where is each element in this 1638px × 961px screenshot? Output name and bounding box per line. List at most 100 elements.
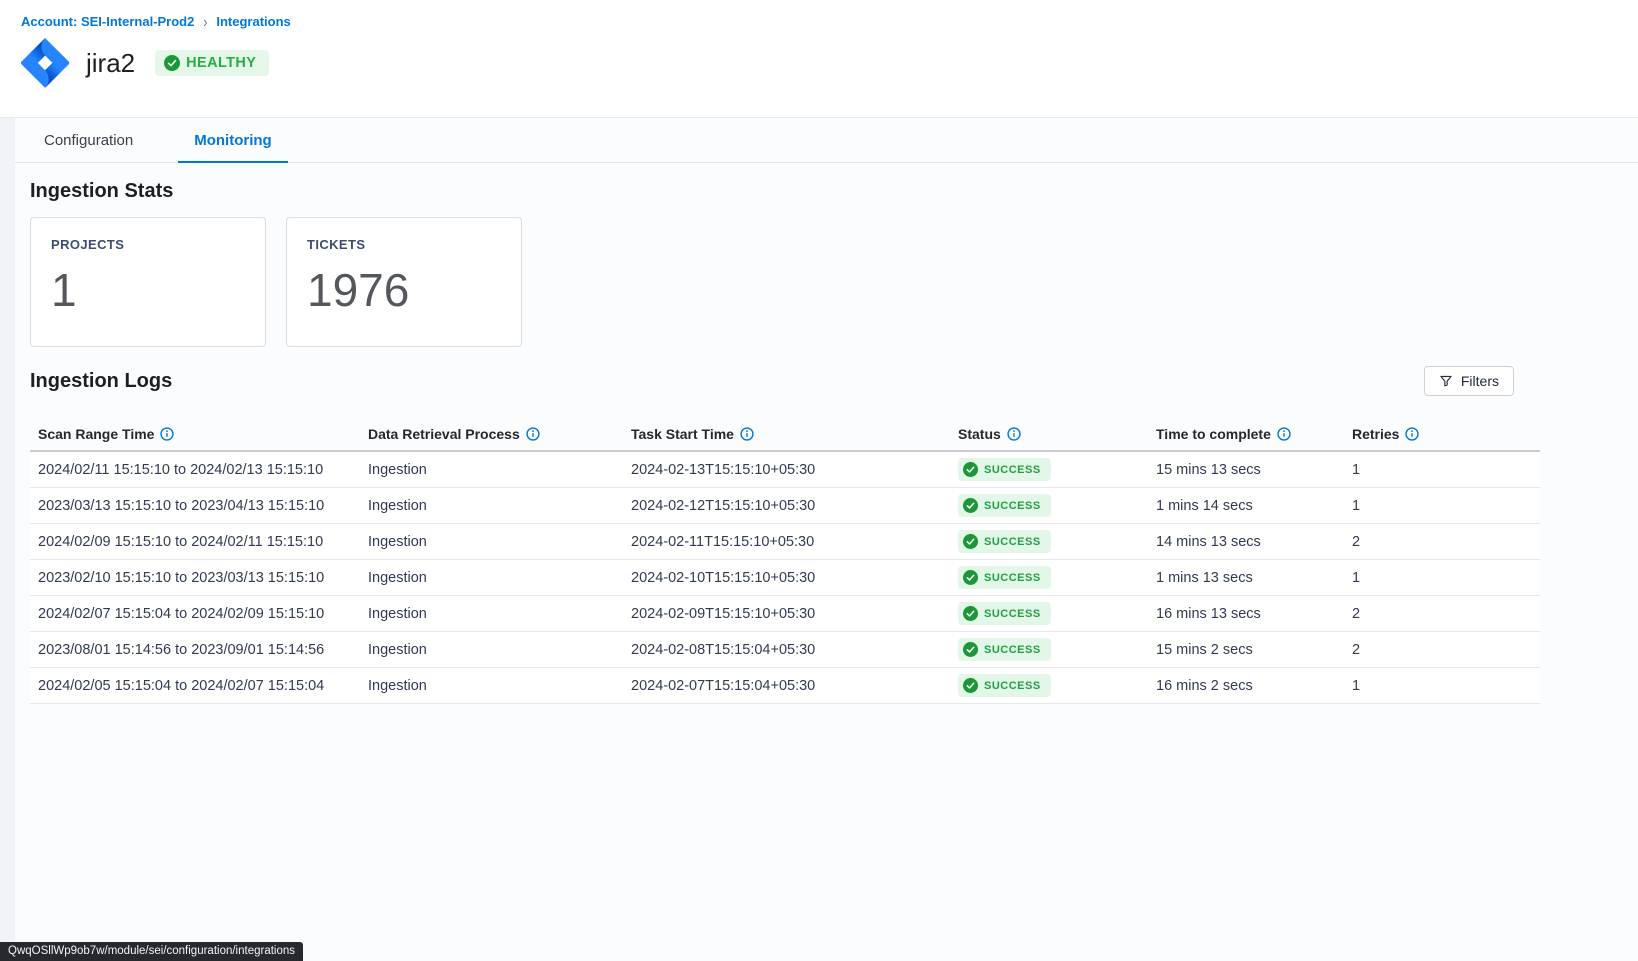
- status-success-badge: SUCCESS: [958, 674, 1051, 697]
- cell-time-to-complete: 15 mins 13 secs: [1148, 462, 1344, 478]
- cell-time-to-complete: 16 mins 2 secs: [1148, 678, 1344, 694]
- breadcrumb-account-link[interactable]: Account: SEI-Internal-Prod2: [21, 14, 194, 29]
- info-icon[interactable]: [1277, 427, 1291, 441]
- status-success-badge: SUCCESS: [958, 638, 1051, 661]
- stats-cards: PROJECTS 1 TICKETS 1976: [30, 217, 1540, 347]
- cell-data-retrieval-process: Ingestion: [360, 606, 623, 622]
- health-status-label: HEALTHY: [186, 55, 256, 71]
- cell-data-retrieval-process: Ingestion: [360, 534, 623, 550]
- col-scan-range-time: Scan Range Time: [30, 426, 360, 442]
- cell-task-start-time: 2024-02-11T15:15:10+05:30: [623, 534, 950, 550]
- check-circle-icon: [963, 642, 978, 657]
- cell-task-start-time: 2024-02-09T15:15:10+05:30: [623, 606, 950, 622]
- status-label: SUCCESS: [984, 644, 1041, 656]
- cell-data-retrieval-process: Ingestion: [360, 498, 623, 514]
- status-success-badge: SUCCESS: [958, 602, 1051, 625]
- cell-scan-range-time: 2024/02/09 15:15:10 to 2024/02/11 15:15:…: [30, 534, 360, 550]
- cell-time-to-complete: 15 mins 2 secs: [1148, 642, 1344, 658]
- status-label: SUCCESS: [984, 464, 1041, 476]
- left-gutter: [0, 118, 15, 961]
- ingestion-logs-heading: Ingestion Logs: [30, 370, 172, 393]
- cell-data-retrieval-process: Ingestion: [360, 570, 623, 586]
- ingestion-log-row[interactable]: 2024/02/07 15:15:04 to 2024/02/09 15:15:…: [30, 596, 1540, 632]
- status-label: SUCCESS: [984, 572, 1041, 584]
- check-circle-icon: [963, 678, 978, 693]
- ingestion-log-row[interactable]: 2023/03/13 15:15:10 to 2023/04/13 15:15:…: [30, 488, 1540, 524]
- cell-retries: 2: [1344, 642, 1540, 658]
- cell-time-to-complete: 14 mins 13 secs: [1148, 534, 1344, 550]
- info-icon[interactable]: [1405, 427, 1419, 441]
- info-icon[interactable]: [526, 427, 540, 441]
- cell-time-to-complete: 1 mins 14 secs: [1148, 498, 1344, 514]
- status-label: SUCCESS: [984, 536, 1041, 548]
- breadcrumb-integrations-link[interactable]: Integrations: [216, 14, 290, 29]
- url-preview-tooltip: QwqOSllWp9ob7w/module/sei/configuration/…: [0, 942, 303, 961]
- page-header: Account: SEI-Internal-Prod2 › Integratio…: [0, 0, 1638, 118]
- status-label: SUCCESS: [984, 500, 1041, 512]
- breadcrumb-chevron-icon: ›: [203, 12, 207, 30]
- cell-task-start-time: 2024-02-07T15:15:04+05:30: [623, 678, 950, 694]
- cell-scan-range-time: 2024/02/07 15:15:04 to 2024/02/09 15:15:…: [30, 606, 360, 622]
- jira-logo-icon: [21, 38, 71, 88]
- ingestion-logs-table: Scan Range Time Data Retrieval Process T…: [30, 417, 1540, 704]
- cell-retries: 1: [1344, 570, 1540, 586]
- status-success-badge: SUCCESS: [958, 530, 1051, 553]
- cell-status: SUCCESS: [950, 674, 1148, 697]
- status-label: SUCCESS: [984, 608, 1041, 620]
- info-icon[interactable]: [160, 427, 174, 441]
- cell-task-start-time: 2024-02-12T15:15:10+05:30: [623, 498, 950, 514]
- cell-time-to-complete: 16 mins 13 secs: [1148, 606, 1344, 622]
- filters-button-label: Filters: [1461, 373, 1499, 389]
- ingestion-log-row[interactable]: 2023/08/01 15:14:56 to 2023/09/01 15:14:…: [30, 632, 1540, 668]
- tabbar: Configuration Monitoring: [15, 118, 1638, 163]
- cell-status: SUCCESS: [950, 458, 1148, 481]
- check-circle-icon: [963, 570, 978, 585]
- tab-monitoring[interactable]: Monitoring: [178, 118, 287, 163]
- cell-time-to-complete: 1 mins 13 secs: [1148, 570, 1344, 586]
- stat-value: 1976: [307, 263, 501, 317]
- cell-data-retrieval-process: Ingestion: [360, 462, 623, 478]
- stat-value: 1: [51, 263, 245, 317]
- cell-data-retrieval-process: Ingestion: [360, 678, 623, 694]
- stat-label: TICKETS: [307, 237, 501, 252]
- ingestion-log-row[interactable]: 2024/02/09 15:15:10 to 2024/02/11 15:15:…: [30, 524, 1540, 560]
- status-success-badge: SUCCESS: [958, 494, 1051, 517]
- col-task-start-time: Task Start Time: [623, 426, 950, 442]
- col-status: Status: [950, 426, 1148, 442]
- cell-data-retrieval-process: Ingestion: [360, 642, 623, 658]
- cell-status: SUCCESS: [950, 602, 1148, 625]
- cell-retries: 2: [1344, 606, 1540, 622]
- cell-task-start-time: 2024-02-10T15:15:10+05:30: [623, 570, 950, 586]
- cell-status: SUCCESS: [950, 638, 1148, 661]
- ingestion-log-row[interactable]: 2024/02/11 15:15:10 to 2024/02/13 15:15:…: [30, 452, 1540, 488]
- stat-card-projects: PROJECTS 1: [30, 217, 266, 347]
- cell-scan-range-time: 2024/02/05 15:15:04 to 2024/02/07 15:15:…: [30, 678, 360, 694]
- status-label: SUCCESS: [984, 680, 1041, 692]
- cell-retries: 1: [1344, 678, 1540, 694]
- stat-label: PROJECTS: [51, 237, 245, 252]
- cell-retries: 2: [1344, 534, 1540, 550]
- cell-task-start-time: 2024-02-08T15:15:04+05:30: [623, 642, 950, 658]
- col-retries: Retries: [1344, 426, 1540, 442]
- cell-status: SUCCESS: [950, 566, 1148, 589]
- check-circle-icon: [963, 462, 978, 477]
- cell-retries: 1: [1344, 462, 1540, 478]
- ingestion-log-row[interactable]: 2023/02/10 15:15:10 to 2023/03/13 15:15:…: [30, 560, 1540, 596]
- check-circle-icon: [963, 534, 978, 549]
- status-success-badge: SUCCESS: [958, 566, 1051, 589]
- cell-retries: 1: [1344, 498, 1540, 514]
- stat-card-tickets: TICKETS 1976: [286, 217, 522, 347]
- breadcrumb: Account: SEI-Internal-Prod2 › Integratio…: [0, 0, 1638, 29]
- ingestion-stats-heading: Ingestion Stats: [30, 180, 1540, 203]
- col-time-to-complete: Time to complete: [1148, 426, 1344, 442]
- cell-status: SUCCESS: [950, 494, 1148, 517]
- info-icon[interactable]: [740, 427, 754, 441]
- tab-configuration[interactable]: Configuration: [28, 118, 149, 163]
- info-icon[interactable]: [1007, 427, 1021, 441]
- table-body: 2024/02/11 15:15:10 to 2024/02/13 15:15:…: [30, 452, 1540, 704]
- check-circle-icon: [963, 498, 978, 513]
- col-data-retrieval-process: Data Retrieval Process: [360, 426, 623, 442]
- filters-button[interactable]: Filters: [1424, 366, 1514, 396]
- filter-funnel-icon: [1439, 374, 1453, 388]
- ingestion-log-row[interactable]: 2024/02/05 15:15:04 to 2024/02/07 15:15:…: [30, 668, 1540, 704]
